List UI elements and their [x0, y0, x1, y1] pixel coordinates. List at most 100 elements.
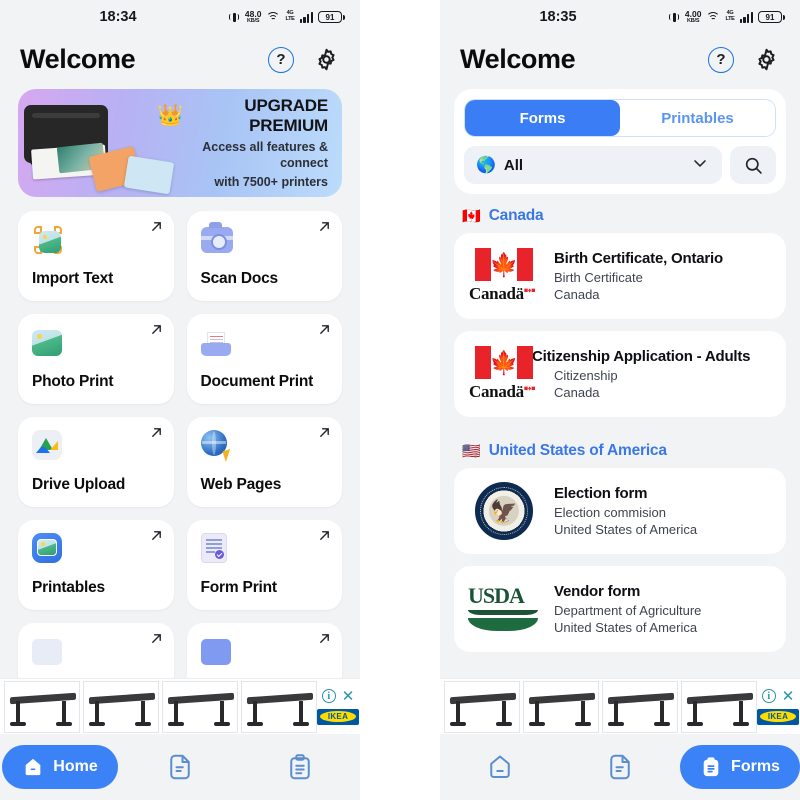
ad-product-image[interactable]	[162, 680, 238, 733]
import-text-icon	[32, 224, 62, 254]
nav-label: Forms	[731, 758, 780, 775]
crown-icon: 👑	[157, 104, 184, 127]
search-button[interactable]	[730, 146, 776, 184]
bottom-navigation: Home	[0, 734, 360, 800]
battery-level: 91	[325, 12, 335, 22]
upgrade-premium-banner[interactable]: 👑 UPGRADE PREMIUM Access all features & …	[18, 89, 342, 197]
help-button[interactable]: ?	[267, 46, 295, 74]
nav-item-documents[interactable]	[120, 752, 240, 782]
tab-switcher: Forms Printables	[464, 99, 776, 137]
gear-icon	[317, 48, 335, 71]
ad-banner[interactable]: i ✕ IKEA	[440, 678, 800, 734]
signal-bars-icon	[299, 11, 313, 23]
open-arrow-icon	[320, 531, 329, 540]
battery-indicator: 91	[758, 11, 785, 23]
ad-close-icon[interactable]: ✕	[782, 689, 795, 704]
status-icons: 4.00 KB/S 4G LTE 91	[669, 10, 785, 24]
ad-product-image[interactable]	[444, 680, 520, 733]
tile-form-print[interactable]: Form Print	[186, 520, 342, 610]
google-drive-icon	[32, 430, 62, 460]
ad-info-icon[interactable]: i	[761, 689, 776, 703]
network-type-icon: 4G LTE	[285, 10, 295, 22]
tile-photo-print[interactable]: Photo Print	[18, 314, 174, 404]
open-arrow-icon	[320, 634, 329, 643]
settings-button[interactable]	[312, 46, 340, 74]
open-arrow-icon	[151, 222, 161, 231]
help-button[interactable]: ?	[707, 46, 735, 74]
tile-web-pages[interactable]: Web Pages	[186, 417, 342, 507]
ad-product-image[interactable]	[681, 680, 757, 733]
tile-drive-upload[interactable]: Drive Upload	[18, 417, 174, 507]
form-card-birth-certificate[interactable]: 🍁 Canadä■♦■ Birth Certificate, Ontario B…	[454, 233, 786, 319]
tile-label: Drive Upload	[32, 476, 126, 493]
clipboard-icon	[290, 754, 310, 780]
search-icon	[745, 157, 762, 174]
status-bar: 18:35 4.00 KB/S 4G LTE 91	[440, 0, 800, 34]
nav-item-forms[interactable]	[240, 752, 360, 782]
ad-product-image[interactable]	[602, 680, 678, 733]
form-card-citizenship-application[interactable]: 🍁 Canadä■♦■ Citizenship Application - Ad…	[454, 331, 786, 417]
tile-label: Import Text	[32, 270, 114, 287]
tile-label: Printables	[32, 579, 105, 596]
ad-info-icon[interactable]: i	[321, 689, 336, 703]
tile-label: Photo Print	[32, 373, 114, 390]
country-header-canada: 🇨🇦 Canada	[440, 194, 800, 233]
tile-document-print[interactable]: Document Print	[186, 314, 342, 404]
tile-import-text[interactable]: Import Text	[18, 211, 174, 301]
ad-product-image[interactable]	[4, 680, 80, 733]
app-header: Welcome ?	[0, 34, 360, 89]
ad-product-image[interactable]	[241, 680, 317, 733]
ad-product-image[interactable]	[523, 680, 599, 733]
tab-forms[interactable]: Forms	[465, 100, 620, 136]
form-card-election-form[interactable]: 🦅 Election form Election commision Unite…	[454, 468, 786, 554]
gear-icon	[757, 48, 775, 71]
nav-item-documents[interactable]	[560, 752, 680, 782]
globe-icon: 🌎	[476, 157, 496, 174]
promo-title: UPGRADE PREMIUM	[244, 95, 328, 135]
form-card-vendor-form[interactable]: USDA Vendor form Department of Agricultu…	[454, 566, 786, 652]
dual-screenshot-container: 18:34 48.0 KB/S 4G LTE 91 Welcome ? 👑 UP…	[0, 0, 800, 800]
forms-filter-panel: Forms Printables 🌎 All	[454, 89, 786, 194]
promo-artwork: 👑	[18, 89, 183, 197]
tab-printables[interactable]: Printables	[620, 100, 775, 136]
nav-item-home[interactable]	[440, 752, 560, 782]
home-icon	[22, 756, 44, 778]
ad-controls: i ✕ IKEA	[317, 689, 359, 725]
nav-item-forms[interactable]: Forms	[680, 745, 800, 789]
form-card-meta: Election form Election commision United …	[554, 485, 772, 537]
vibrate-icon	[229, 11, 240, 24]
ad-image-strip	[444, 680, 757, 733]
usda-logo: USDA	[468, 585, 540, 633]
form-country: Canada	[554, 287, 600, 302]
open-arrow-icon	[151, 531, 161, 540]
bottom-navigation: Forms	[440, 734, 800, 800]
document-tray-icon	[200, 332, 231, 362]
form-category: Citizenship	[554, 368, 618, 383]
country-filter-select[interactable]: 🌎 All	[464, 146, 722, 184]
generic-icon	[32, 639, 62, 669]
flag-usa-icon: 🇺🇸	[462, 442, 481, 460]
form-category: Birth Certificate	[554, 270, 643, 285]
canada-wordmark-logo: 🍁 Canadä■♦■	[468, 346, 540, 402]
country-name: United States of America	[488, 442, 667, 459]
status-bar: 18:34 48.0 KB/S 4G LTE 91	[0, 0, 360, 34]
tile-printables[interactable]: Printables	[18, 520, 174, 610]
form-card-meta: Citizenship Application - Adults Citizen…	[532, 348, 772, 400]
ad-product-image[interactable]	[83, 680, 159, 733]
ad-banner[interactable]: i ✕ IKEA	[0, 678, 360, 734]
tile-label: Form Print	[200, 579, 278, 596]
network-type-icon: 4G LTE	[725, 10, 735, 22]
right-phone-screen: 18:35 4.00 KB/S 4G LTE 91 Welcome ? Form…	[440, 0, 800, 800]
ad-close-icon[interactable]: ✕	[342, 689, 355, 704]
photo-icon	[32, 330, 62, 360]
settings-button[interactable]	[752, 46, 780, 74]
promo-text: UPGRADE PREMIUM Access all features & co…	[168, 96, 342, 191]
ad-controls: i ✕ IKEA	[757, 689, 799, 725]
tile-scan-docs[interactable]: Scan Docs	[186, 211, 342, 301]
panel-separator	[360, 0, 440, 800]
help-circle-icon: ?	[268, 46, 294, 73]
ikea-logo: IKEA	[757, 708, 799, 725]
feature-tile-grid: Import Text Scan Docs Photo Print Docume…	[0, 197, 360, 713]
tile-label: Scan Docs	[200, 270, 279, 287]
nav-item-home[interactable]: Home	[0, 745, 120, 789]
